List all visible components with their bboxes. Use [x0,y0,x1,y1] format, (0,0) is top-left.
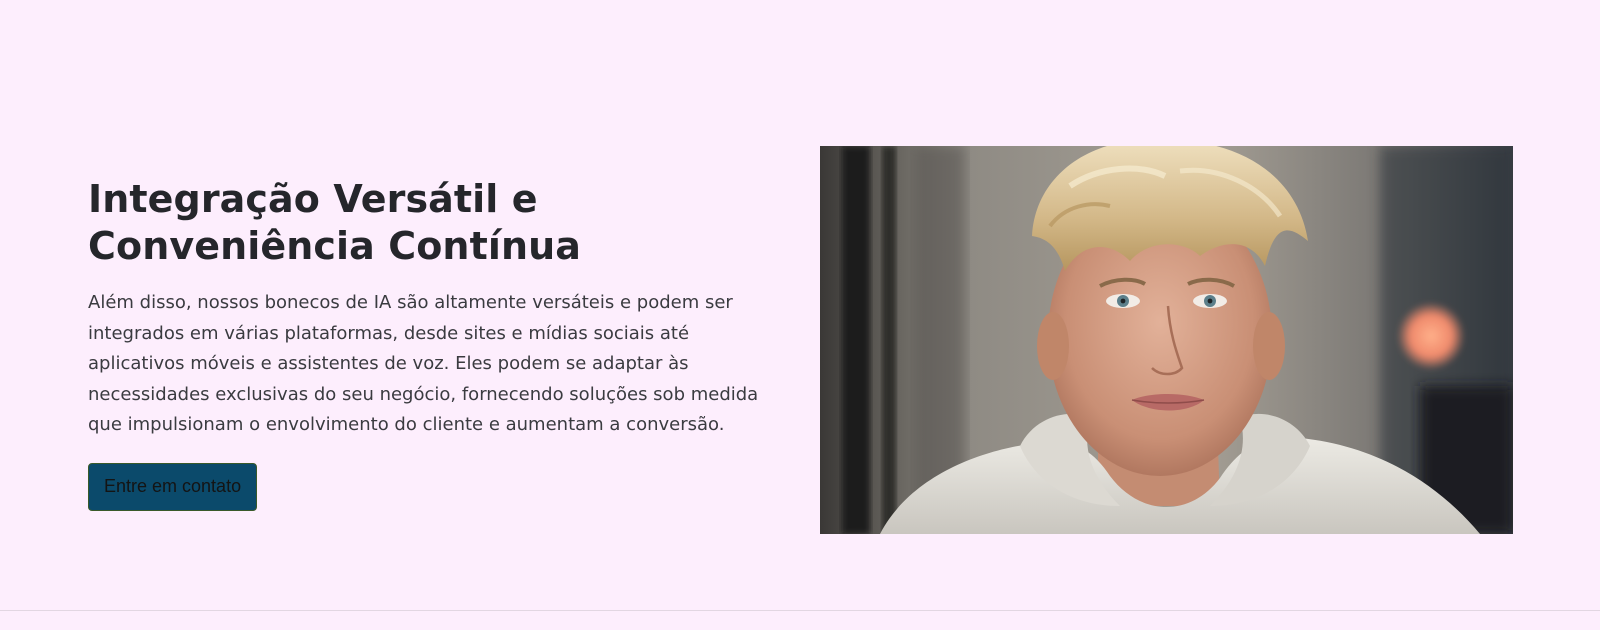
feature-text-column: Integração Versátil e Conveniência Contí… [88,176,788,511]
feature-description: Além disso, nossos bonecos de IA são alt… [88,292,759,436]
feature-heading: Integração Versátil e Conveniência Contí… [88,177,582,268]
contact-button[interactable]: Entre em contato [88,462,258,511]
portrait-photo [820,146,1513,534]
section-divider [0,610,1600,611]
feature-section: Integração Versátil e Conveniência Contí… [0,0,1600,610]
